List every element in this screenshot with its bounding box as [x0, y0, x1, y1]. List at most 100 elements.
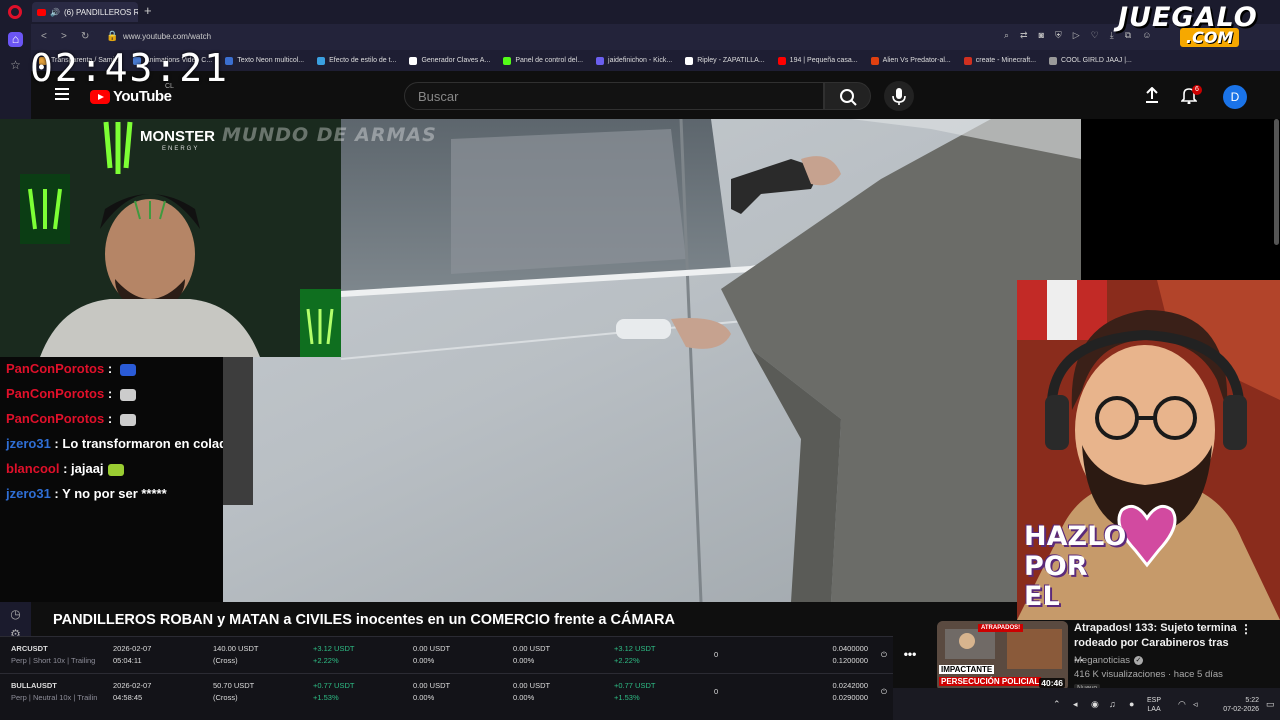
trade-count: 0: [714, 650, 719, 659]
camera-icon[interactable]: ◙: [1039, 30, 1044, 41]
history-clock-icon[interactable]: ◷: [8, 607, 23, 622]
home-icon[interactable]: ⌂: [8, 32, 23, 47]
trade-cell-fee: 0.00 USDT 0.00%: [413, 680, 473, 704]
microphone-icon: [892, 88, 906, 105]
bookmark-item[interactable]: Panel de control del...: [503, 56, 584, 65]
bookmark-item[interactable]: jaidefinichon - Kick...: [596, 56, 672, 65]
search-button[interactable]: [824, 82, 871, 110]
trade-total_pct: +2.22%: [614, 656, 640, 665]
trade-cell-count: 0: [714, 649, 734, 661]
chat-emote-icon: [107, 463, 124, 476]
search-box: [404, 82, 824, 110]
trade-count: 0: [714, 687, 719, 696]
juegalo-logo: JUEGALO .COM: [1118, 2, 1276, 48]
trading-positions-panel: ARCUSDT Perp | Short 10x | Trailing 2026-0…: [0, 636, 893, 720]
close-position-icon[interactable]: ⏻: [881, 649, 887, 661]
trade-fee: 0.00 USDT: [413, 681, 451, 690]
trade-cell-margin: 140.00 USDT (Cross): [213, 643, 273, 667]
new-tab-button[interactable]: +: [144, 4, 152, 18]
channel-watermark: MUNDO DE ARMAS: [222, 124, 437, 146]
trade-pnl_pct: +2.22%: [313, 656, 339, 665]
shield-icon[interactable]: ⛨: [1055, 30, 1062, 41]
download-icon[interactable]: ⤓: [1110, 30, 1114, 41]
bookmark-favicon-icon: [596, 56, 605, 65]
recommended-video-meta: 416 K visualizaciones · hace 5 días: [1074, 669, 1223, 680]
bookmark-item[interactable]: COOL GIRLD JAAJ |...: [1049, 56, 1132, 65]
tray-sound-icon[interactable]: ♫: [1109, 699, 1116, 709]
trade-cell-symbol: BULLAUSDT Perp | Neutral 10x | Trailin: [11, 680, 106, 704]
volume-icon[interactable]: ◃: [1193, 699, 1198, 709]
bookmark-item[interactable]: Efecto de estilo de t...: [317, 56, 396, 65]
bookmark-item[interactable]: Generador Claves A...: [409, 56, 490, 65]
recommended-video-menu-icon[interactable]: ⋮: [1240, 622, 1252, 636]
chat-username[interactable]: blancool: [6, 461, 59, 476]
page-scrollbar[interactable]: [1274, 119, 1279, 245]
bookmark-label: 194 | Pequeña casa...: [789, 57, 858, 64]
youtube-logo[interactable]: YouTube: [90, 88, 172, 105]
trade-row[interactable]: ARCUSDT Perp | Short 10x | Trailing 2026-0…: [0, 636, 893, 674]
chat-username[interactable]: jzero31: [6, 486, 51, 501]
tray-app-icon[interactable]: ◂: [1073, 699, 1078, 709]
chat-separator: :: [104, 411, 116, 426]
reload-icon[interactable]: ↻: [81, 31, 89, 43]
recommended-channel[interactable]: Meganoticias ✓: [1074, 655, 1143, 666]
translate-icon[interactable]: ⇄: [1020, 30, 1028, 41]
chat-username[interactable]: PanConPorotos: [6, 361, 104, 376]
bookmark-favicon-icon: [409, 56, 418, 65]
chat-username[interactable]: PanConPorotos: [6, 386, 104, 401]
bookmark-item[interactable]: 194 | Pequeña casa...: [777, 56, 858, 65]
recommended-video-thumbnail[interactable]: ATRAPADOS! IMPACTANTE PERSECUCIÓN POLICI…: [937, 621, 1068, 691]
user-avatar[interactable]: D: [1223, 85, 1247, 109]
bookmark-favicon-icon: [503, 56, 512, 65]
video-letterbox: [1081, 119, 1280, 280]
chat-username[interactable]: PanConPorotos: [6, 411, 104, 426]
more-options-button[interactable]: •••: [899, 648, 921, 664]
back-icon[interactable]: <: [41, 31, 47, 43]
monster-sub-text: ENERGY: [162, 146, 200, 152]
wifi-icon[interactable]: ◠: [1178, 699, 1186, 709]
search-icon: [840, 89, 857, 106]
thumbnail-badge-top: ATRAPADOS!: [978, 624, 1024, 632]
heart-icon[interactable]: ♡: [1091, 30, 1099, 41]
trade-price_b: 0.0290000: [832, 693, 868, 702]
bookmark-item[interactable]: Ripley - ZAPATILLA...: [685, 56, 765, 65]
notification-center-icon[interactable]: ▭: [1266, 699, 1275, 709]
chat-message: PanConPorotos :: [6, 361, 136, 376]
url-field[interactable]: www.youtube.com/watch: [123, 32, 211, 41]
bookmark-favicon-icon: [685, 56, 694, 65]
bookmark-label: Panel de control del...: [515, 57, 584, 64]
forward-icon[interactable]: >: [61, 31, 67, 43]
hazlo-line-1: HAZLO: [1024, 521, 1127, 552]
bookmark-item[interactable]: create - Minecraft...: [963, 56, 1036, 65]
opera-logo-icon[interactable]: [8, 5, 22, 19]
trade-row[interactable]: BULLAUSDT Perp | Neutral 10x | Trailin 202…: [0, 673, 893, 711]
trade-total: +0.77 USDT: [614, 681, 656, 690]
chat-username[interactable]: jzero31: [6, 436, 51, 451]
search-icon[interactable]: ⌕: [1004, 30, 1009, 41]
input-language[interactable]: ESP LAA: [1147, 696, 1161, 714]
trade-margin: 140.00 USDT: [213, 644, 259, 653]
bookmark-item[interactable]: Alien Vs Predator-al...: [870, 56, 951, 65]
trade-details: Perp | Neutral 10x | Trailin: [11, 693, 98, 702]
star-icon[interactable]: ☆: [8, 58, 23, 73]
trade-cell-price_a: 0.0242000 0.0290000: [808, 680, 868, 704]
video-title-bar: PANDILLEROS ROBAN y MATAN a CIVILES inoc…: [31, 602, 1017, 636]
voice-search-button[interactable]: [884, 81, 914, 111]
chat-message: blancool : jajaaj: [6, 461, 124, 476]
upload-icon[interactable]: [1144, 87, 1160, 103]
tray-steam-icon[interactable]: ◉: [1091, 699, 1099, 709]
trade-funding: 0.00 USDT: [513, 644, 551, 653]
system-clock[interactable]: 5:22 07-02-2026: [1213, 696, 1259, 714]
youtube-logo-text: YouTube: [113, 88, 172, 105]
bookmark-favicon-icon: [870, 56, 879, 65]
trade-margin: 50.70 USDT: [213, 681, 255, 690]
chat-message: jzero31 : Lo transformaron en colador: [6, 436, 240, 451]
bookmark-item[interactable]: Texto Neon multicol...: [225, 56, 304, 65]
tray-chevron-up-icon[interactable]: ⌃: [1053, 699, 1061, 709]
lock-icon: 🔒: [106, 31, 119, 42]
tray-mic-icon[interactable]: ●: [1129, 699, 1134, 709]
search-input[interactable]: [405, 83, 823, 109]
play-icon[interactable]: ▷: [1073, 30, 1080, 41]
browser-tab-active[interactable]: 🔊 (6) PANDILLEROS ROB: [32, 2, 138, 22]
close-position-icon[interactable]: ⏻: [881, 686, 887, 698]
